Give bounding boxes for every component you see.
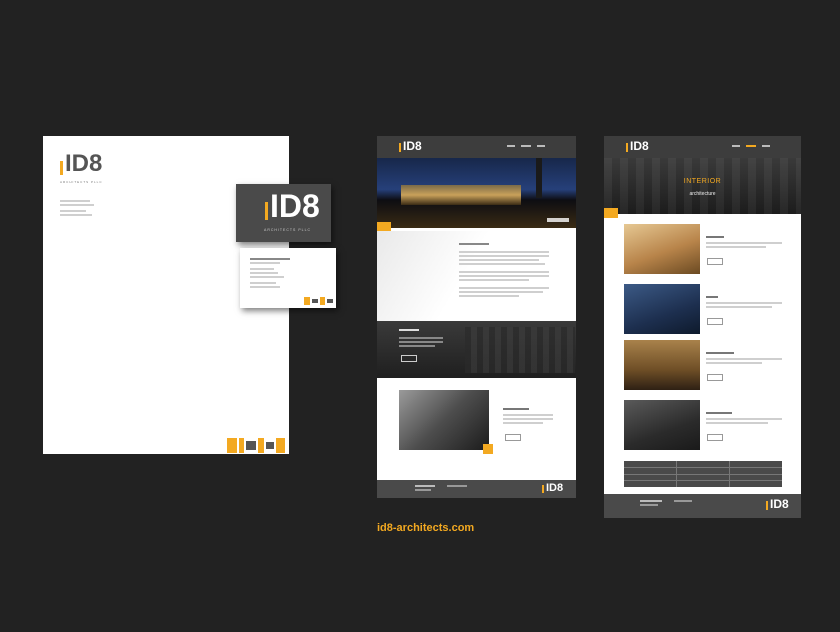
home-dark-band — [377, 321, 576, 378]
logo-text: ID8 — [270, 188, 320, 224]
website-home-mockup: ID8 ID8 — [377, 136, 576, 498]
interior-project-button-3[interactable] — [707, 374, 723, 381]
card-logo: ID8 — [265, 188, 320, 224]
interior-nav[interactable] — [732, 145, 770, 147]
website-interior-mockup: ID8 INTERIOR architecture ID8 — [604, 136, 801, 518]
card-contact-block — [250, 258, 294, 288]
interior-category-grid[interactable] — [624, 461, 782, 487]
interior-project-image-3 — [624, 340, 700, 390]
interior-project-image-4 — [624, 400, 700, 450]
interior-hero-title: INTERIOR — [683, 178, 722, 185]
home-project-button[interactable] — [505, 434, 521, 441]
brand-presentation: { "logo_text": "ID8", "letterhead": { "l… — [0, 0, 840, 632]
home-project-section — [377, 378, 576, 480]
interior-header: ID8 — [604, 136, 801, 158]
letterhead-address-block — [60, 200, 100, 216]
logo-text: ID8 — [770, 497, 789, 511]
card-back-pattern — [304, 297, 334, 305]
interior-hero-accent — [604, 208, 618, 218]
logo-text: ID8 — [546, 482, 564, 494]
home-project-image — [399, 390, 489, 450]
business-card-back — [240, 248, 336, 308]
home-hero-image — [377, 158, 576, 228]
interior-project-button-4[interactable] — [707, 434, 723, 441]
interior-project-button-2[interactable] — [707, 318, 723, 325]
home-about-section — [377, 231, 576, 321]
home-header: ID8 — [377, 136, 576, 158]
interior-footer-logo: ID8 — [766, 497, 789, 511]
interior-project-image-1 — [624, 224, 700, 274]
interior-hero-subtitle: architecture — [689, 191, 716, 197]
logo-text: ID8 — [403, 139, 422, 153]
interior-hero: INTERIOR architecture — [604, 158, 801, 214]
business-card-front: ID8 ARCHITECTS PLLC — [236, 184, 331, 242]
interior-header-logo: ID8 — [626, 139, 649, 153]
home-nav[interactable] — [507, 145, 545, 147]
interior-project-image-2 — [624, 284, 700, 334]
logo-text: ID8 — [630, 139, 649, 153]
home-footer: ID8 — [377, 480, 576, 498]
home-header-logo: ID8 — [399, 139, 422, 153]
home-dark-band-button[interactable] — [401, 355, 417, 362]
site-url[interactable]: id8-architects.com — [377, 522, 474, 534]
letterhead-logo-sub: ARCHITECTS PLLC — [60, 180, 103, 184]
interior-footer: ID8 — [604, 494, 801, 518]
logo-text: ID8 — [65, 150, 103, 177]
letterhead-footer-pattern — [227, 438, 287, 453]
interior-project-button-1[interactable] — [707, 258, 723, 265]
letterhead-logo: ID8 — [60, 150, 103, 177]
home-footer-logo: ID8 — [542, 482, 564, 494]
card-logo-sub: ARCHITECTS PLLC — [264, 228, 312, 232]
